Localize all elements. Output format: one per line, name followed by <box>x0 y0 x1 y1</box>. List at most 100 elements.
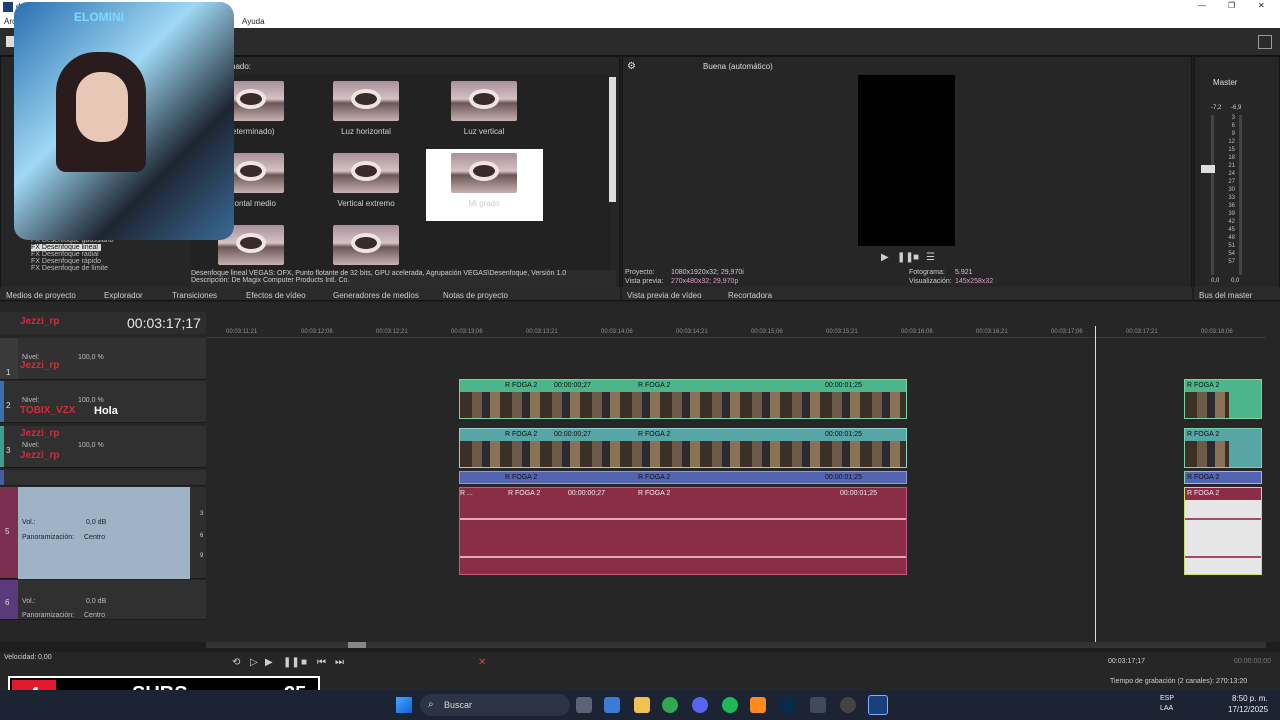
windows-start-icon[interactable] <box>396 697 412 713</box>
master-bottom-right: 0,0 <box>1231 278 1240 284</box>
video-clip-track3[interactable]: R FOGA 2 00:00:00;27 R FOGA 2 00:00:01;2… <box>459 428 907 468</box>
ruler-tick-label: 00:03:16;21 <box>976 329 1008 335</box>
maximize-button[interactable]: ❐ <box>1228 1 1235 10</box>
clip-name: R FOGA 2 <box>505 382 538 389</box>
lang-1[interactable]: ESP <box>1160 695 1174 702</box>
tab-explorer[interactable]: Explorador <box>104 291 143 300</box>
stop-icon[interactable]: ■ <box>301 658 307 668</box>
next-icon[interactable]: ⏭ <box>335 658 344 668</box>
audio-waveform <box>460 556 906 558</box>
play-icon[interactable]: ▶ <box>265 658 273 668</box>
timeline-h-scrollbar[interactable] <box>206 642 1266 648</box>
playhead[interactable] <box>1095 326 1096 642</box>
tab-master-bus[interactable]: Bus del master <box>1199 291 1252 300</box>
play-from-start-icon[interactable]: ▷ <box>250 658 258 668</box>
spotify-icon[interactable] <box>722 697 738 713</box>
display-value: 145x258x32 <box>955 278 994 285</box>
loop-icon[interactable]: ⟲ <box>232 658 240 668</box>
track-number: 3 <box>6 446 11 455</box>
video-clip-track3-end[interactable]: R FOGA 2 <box>1184 428 1262 468</box>
prev-icon[interactable]: ⏮ <box>317 658 326 668</box>
video-clip-track4[interactable]: R FOGA 2 R FOGA 2 00:00:01;25 <box>459 471 907 484</box>
clip-name: R FOGA 2 <box>638 474 671 481</box>
tab-trimmer[interactable]: Recortadora <box>728 291 772 300</box>
video-clip-track2-end[interactable]: R FOGA 2 <box>1184 379 1262 419</box>
tab-video-fx[interactable]: Efectos de vídeo <box>246 291 306 300</box>
preset-scrollbar[interactable] <box>609 77 616 202</box>
vol-label: Vol.: <box>22 598 36 605</box>
right-time: 00:00:00;00 <box>1234 658 1271 665</box>
fx-tree-item[interactable]: FX Desenfoque de límite <box>31 265 191 272</box>
fx-tree: FX Desenfoque gaussiano FX Desenfoque li… <box>31 237 191 272</box>
preset-thumb[interactable] <box>451 81 517 121</box>
track-header-5[interactable]: 5 Vol.: 0,0 dB Panoramización: Centro 3 … <box>0 487 206 579</box>
frame-label: Fotograma: <box>909 269 945 276</box>
app-icon[interactable] <box>604 697 620 713</box>
fx-tree-item[interactable]: FX Desenfoque rápido <box>31 258 191 265</box>
track-header-4[interactable] <box>0 470 206 486</box>
master-bottom-left: 0,0 <box>1211 278 1220 284</box>
scroll-thumb[interactable] <box>348 642 366 648</box>
level-label: Nivel: <box>22 397 40 404</box>
preset-thumb[interactable] <box>333 81 399 121</box>
settings-gear-icon[interactable]: ⚙ <box>627 61 637 72</box>
clock-date: 17/12/2025 <box>1228 705 1269 714</box>
layout-icon[interactable] <box>1258 35 1272 49</box>
clip-name: R FOGA 2 <box>505 474 538 481</box>
task-view-icon[interactable] <box>576 697 592 713</box>
app-icon-2[interactable] <box>840 697 856 713</box>
clip-duration: 00:00:01;25 <box>825 474 862 481</box>
master-meter-right <box>1239 115 1242 275</box>
preset-selected[interactable]: Mi grado <box>426 149 543 221</box>
chrome-icon[interactable] <box>662 697 678 713</box>
obs-icon[interactable] <box>810 697 826 713</box>
minimize-button[interactable]: — <box>1198 1 1206 10</box>
preview-play-icon[interactable]: ▶ <box>881 253 889 263</box>
fx-tree-item-selected[interactable]: FX Desenfoque lineal <box>31 244 101 251</box>
track-header-6[interactable]: 6 Vol.: 0,0 dB Panoramización: Centro <box>0 580 206 620</box>
tab-media[interactable]: Medios de proyecto <box>6 291 76 300</box>
preview-quality-select[interactable]: Buena (automático) <box>703 62 773 71</box>
close-button[interactable]: ✕ <box>1258 1 1265 10</box>
ruler-tick-label: 00:03:15;06 <box>751 329 783 335</box>
clip-duration: 00:00:00;27 <box>554 382 591 389</box>
preview-stop-icon[interactable]: ■ <box>913 253 919 263</box>
preview-pause-icon[interactable]: ❚❚ <box>897 253 914 263</box>
video-clip-track2[interactable]: R FOGA 2 00:00:00;27 R FOGA 2 00:00:01;2… <box>459 379 907 419</box>
video-clip-track4-end[interactable]: R FOGA 2 <box>1184 471 1262 484</box>
master-fader[interactable] <box>1201 165 1215 173</box>
lang-2[interactable]: LAA <box>1160 705 1173 712</box>
vol-label: Vol.: <box>22 519 36 526</box>
file-explorer-icon[interactable] <box>634 697 650 713</box>
fx-tree-item[interactable]: FX Desenfoque radial <box>31 251 191 258</box>
timeline-ruler[interactable]: 00:03:11;21 00:03:12;06 00:03:12;21 00:03:1… <box>206 326 1266 338</box>
audio-clip-track5-end[interactable]: R FOGA 2 <box>1184 487 1262 575</box>
discord-icon[interactable] <box>692 697 708 713</box>
tab-transitions[interactable]: Transiciones <box>172 291 217 300</box>
preset-thumb[interactable] <box>333 153 399 193</box>
webcam-overlay: ELOMINI <box>14 2 234 240</box>
tab-video-preview[interactable]: Vista previa de vídeo <box>627 291 702 300</box>
taskbar-search[interactable]: ⌕ Buscar <box>420 694 570 716</box>
pause-icon[interactable]: ❚❚ <box>283 658 300 668</box>
tab-media-generators[interactable]: Generadores de medios <box>333 291 419 300</box>
audio-clip-track5[interactable]: R ... R FOGA 2 00:00:00;27 R FOGA 2 00:0… <box>459 487 907 575</box>
clip-duration: 00:00:01;25 <box>825 382 862 389</box>
track-header-1[interactable]: 1 Nivel: 100,0 % <box>0 338 206 380</box>
delete-icon[interactable]: ✕ <box>478 658 486 668</box>
ruler-tick-label: 00:03:18;06 <box>1201 329 1233 335</box>
vlc-icon[interactable] <box>750 697 766 713</box>
chat-user: Jezzi_rp <box>20 316 60 327</box>
clip-name: R FOGA 2 <box>1187 490 1220 497</box>
master-scale-tick: 15 <box>1228 147 1235 153</box>
master-scale-tick: 33 <box>1228 195 1235 201</box>
preview-label: Vista previa: <box>625 278 664 285</box>
ruler-tick-label: 00:03:17;06 <box>1051 329 1083 335</box>
preset-label: Luz horizontal <box>341 127 391 136</box>
photoshop-icon[interactable] <box>780 697 796 713</box>
menu-ayuda[interactable]: Ayuda <box>242 17 265 26</box>
vegas-taskbar-icon[interactable] <box>868 695 888 715</box>
tab-project-notes[interactable]: Notas de proyecto <box>443 291 508 300</box>
preview-menu-icon[interactable]: ☰ <box>926 253 935 263</box>
preset-thumb[interactable] <box>333 225 399 265</box>
